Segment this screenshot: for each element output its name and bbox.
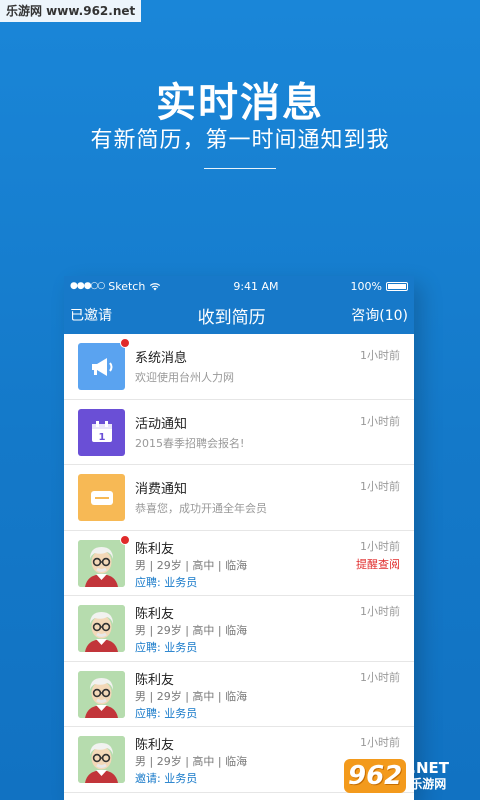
phone-screen: ●●●○○ Sketch 9:41 AM 100% 已邀请 收到简历 咨询(10… [64,276,414,800]
candidate-job: 应聘: 业务员 [135,641,198,654]
candidate-name: 陈利友 [135,607,175,622]
message-subtitle: 2015春季招聘会报名! [135,436,245,450]
avatar [78,605,125,652]
hero-divider [204,168,276,169]
watermark-logo: 962 .NET 乐游网 [344,752,480,800]
candidate-info: 男 | 29岁 | 高中 | 临海 [135,624,248,637]
signal-icon: ●●●○○ [70,281,105,291]
remind-button[interactable]: 提醒查阅 [356,556,400,572]
unread-dot [120,534,130,545]
watermark-logo-text: .NET 乐游网 [410,759,450,791]
list-item-system[interactable]: 系统消息 欢迎使用台州人力网 1小时前 [64,334,414,400]
wallet-icon [78,474,125,521]
list-item-billing[interactable]: 消费通知 恭喜您，成功开通全年会员 1小时前 [64,465,414,531]
message-time: 1小时前 [360,349,400,362]
list-item-resume[interactable]: 陈利友 男 | 29岁 | 高中 | 临海 应聘: 业务员 1小时前 [64,662,414,727]
page-title: 收到简历 [197,307,266,328]
consult-button[interactable]: 咨询(10) [351,305,408,325]
candidate-info: 男 | 29岁 | 高中 | 临海 [135,558,248,572]
carrier-label: Sketch [108,279,146,293]
candidate-info: 男 | 29岁 | 高中 | 临海 [135,755,248,768]
resume-time: 1小时前 [360,605,400,618]
list-item-activity[interactable]: 1 活动通知 2015春季招聘会报名! 1小时前 [64,400,414,465]
avatar [78,736,125,783]
battery-icon [386,281,408,291]
message-subtitle: 欢迎使用台州人力网 [135,371,234,384]
wifi-icon [150,282,161,290]
list-item-resume[interactable]: 陈利友 男 | 29岁 | 高中 | 临海 应聘: 业务员 1小时前 提醒查阅 [64,531,414,596]
candidate-name: 陈利友 [135,672,175,688]
status-bar: ●●●○○ Sketch 9:41 AM 100% [64,276,414,296]
candidate-name: 陈利友 [135,541,175,557]
candidate-job: 应聘: 业务员 [135,706,198,720]
message-subtitle: 恭喜您，成功开通全年会员 [135,502,267,515]
resume-time: 1小时前 [360,670,400,684]
battery-label: 100% [350,279,382,293]
resume-time: 1小时前 [360,736,400,749]
message-list: 系统消息 欢迎使用台州人力网 1小时前 1 活动通知 2015春季招聘会报名! … [64,334,414,793]
candidate-job: 邀请: 业务员 [135,772,198,785]
candidate-name: 陈利友 [135,738,175,753]
svg-text:1: 1 [98,432,105,443]
message-title: 消费通知 [135,482,188,497]
watermark-site-label: 乐游网 www.962.net [0,0,142,22]
nav-bar: 已邀请 收到简历 咨询(10) [64,296,414,334]
megaphone-icon [78,343,125,390]
message-title: 系统消息 [135,351,188,366]
clock-label: 9:41 AM [233,279,279,293]
unread-dot [120,338,130,348]
avatar [78,670,125,718]
avatar [78,539,125,587]
invited-button[interactable]: 已邀请 [70,305,112,325]
watermark-logo-number: 962 [344,759,407,793]
hero-title: 实时消息 [156,80,324,126]
candidate-info: 男 | 29岁 | 高中 | 临海 [135,689,248,703]
hero-subtitle: 有新简历，第一时间通知到我 [90,128,390,153]
resume-time: 1小时前 [360,539,400,553]
message-time: 1小时前 [360,414,400,428]
candidate-job: 应聘: 业务员 [135,575,198,589]
list-item-resume[interactable]: 陈利友 男 | 29岁 | 高中 | 临海 应聘: 业务员 1小时前 [64,596,414,662]
message-time: 1小时前 [360,480,400,493]
calendar-icon: 1 [78,408,125,456]
message-title: 活动通知 [135,416,188,432]
